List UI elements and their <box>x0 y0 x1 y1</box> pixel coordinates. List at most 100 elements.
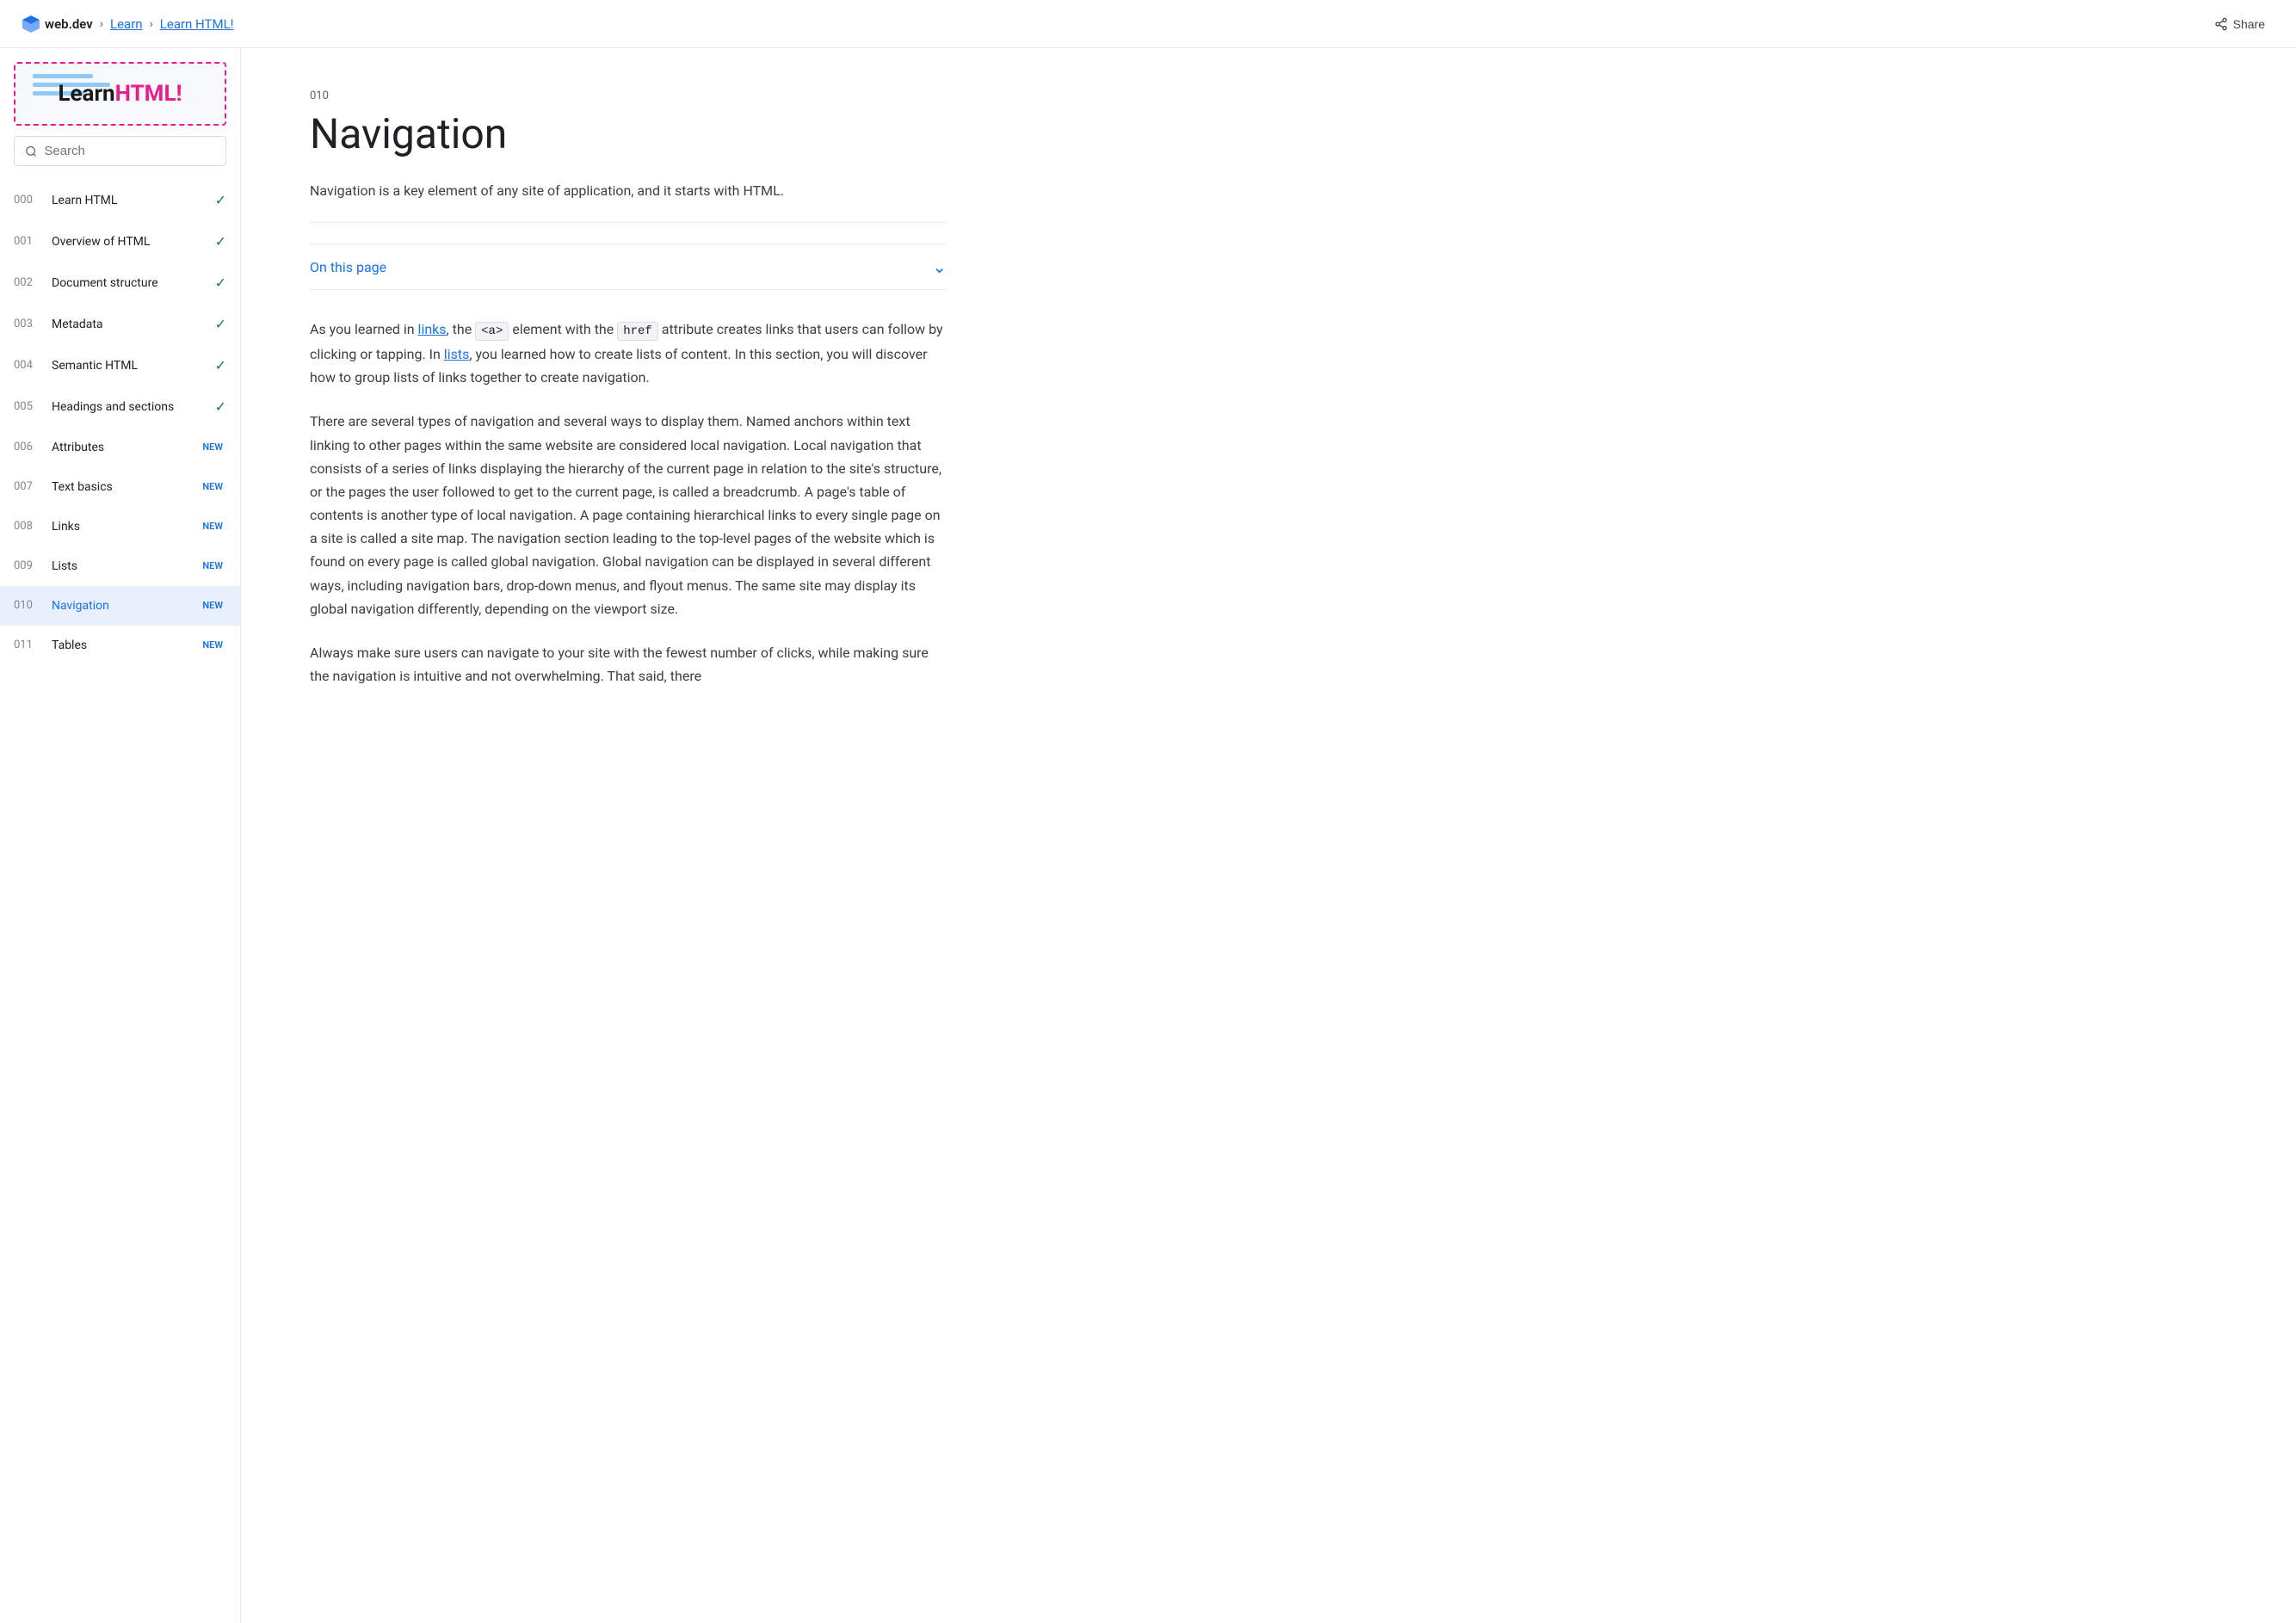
nav-num-010: 010 <box>14 599 38 612</box>
sidebar-item-008[interactable]: 008 Links NEW <box>0 507 240 546</box>
webdev-icon <box>21 14 41 34</box>
nav-new-badge-011: NEW <box>199 638 226 652</box>
nav-num-001: 001 <box>14 235 38 248</box>
links-link[interactable]: links <box>418 321 447 337</box>
share-button[interactable]: Share <box>2204 10 2275 38</box>
sidebar: LearnHTML! 000 Learn HTML ✓ 001 Overview of … <box>0 48 241 1623</box>
nav-num-009: 009 <box>14 559 38 572</box>
sidebar-item-003[interactable]: 003 Metadata ✓ <box>0 304 240 345</box>
breadcrumb-sep-2: › <box>150 17 153 31</box>
sidebar-item-000[interactable]: 000 Learn HTML ✓ <box>0 180 240 221</box>
article-paragraph-2: There are several types of navigation an… <box>310 410 947 620</box>
sidebar-nav: 000 Learn HTML ✓ 001 Overview of HTML ✓ 002 Doc… <box>0 180 240 1623</box>
search-icon <box>25 145 37 158</box>
sidebar-item-002[interactable]: 002 Document structure ✓ <box>0 262 240 304</box>
logo-deco-line-1 <box>33 74 93 78</box>
search-box[interactable] <box>14 136 226 166</box>
nav-item-left-005: 005Headings and sections <box>14 400 174 414</box>
nav-label-003: Metadata <box>52 318 103 331</box>
sidebar-item-005[interactable]: 005Headings and sections ✓ <box>0 386 240 428</box>
breadcrumb-html[interactable]: Learn HTML! <box>160 16 234 32</box>
breadcrumb-area: web.dev › Learn › Learn HTML! <box>21 14 234 34</box>
nav-check-icon-005: ✓ <box>215 398 226 415</box>
nav-label-009: Lists <box>52 559 77 573</box>
sidebar-learn-text: Learn <box>58 81 114 107</box>
nav-num-000: 000 <box>14 194 38 207</box>
nav-item-left-001: 001 Overview of HTML <box>14 235 150 249</box>
nav-new-badge-007: NEW <box>199 479 226 494</box>
nav-num-007: 007 <box>14 480 38 493</box>
sidebar-html-text: HTML! <box>115 81 182 107</box>
article-number: 010 <box>310 89 947 102</box>
nav-label-010: Navigation <box>52 599 109 613</box>
sidebar-logo-area: LearnHTML! <box>14 62 226 126</box>
main-content: 010 Navigation Navigation is a key eleme… <box>241 48 1015 1623</box>
nav-check-icon-004: ✓ <box>215 357 226 373</box>
sidebar-item-010[interactable]: 010 Navigation NEW <box>0 586 240 626</box>
nav-new-badge-006: NEW <box>199 440 226 454</box>
nav-item-left-002: 002 Document structure <box>14 276 158 290</box>
sidebar-item-009[interactable]: 009 Lists NEW <box>0 546 240 586</box>
on-this-page-label: On this page <box>310 259 386 275</box>
lists-link[interactable]: lists <box>444 346 470 362</box>
share-icon <box>2214 17 2228 31</box>
nav-label-002: Document structure <box>52 276 158 290</box>
nav-num-002: 002 <box>14 276 38 289</box>
article-paragraph-1: As you learned in links, the <a> element… <box>310 318 947 389</box>
on-this-page-toggle[interactable]: On this page ⌄ <box>310 244 947 290</box>
nav-new-badge-009: NEW <box>199 558 226 573</box>
nav-item-left-010: 010 Navigation <box>14 599 109 613</box>
nav-label-005: Headings and sections <box>52 400 174 414</box>
sidebar-item-007[interactable]: 007 Text basics NEW <box>0 467 240 507</box>
brand-logo[interactable]: web.dev <box>21 14 93 34</box>
sidebar-logo-title: LearnHTML! <box>58 81 182 107</box>
sidebar-item-001[interactable]: 001 Overview of HTML ✓ <box>0 221 240 262</box>
nav-item-left-011: 011 Tables <box>14 639 87 652</box>
code-a-element: <a> <box>475 322 509 341</box>
nav-item-left-006: 006 Attributes <box>14 441 104 454</box>
nav-num-008: 008 <box>14 520 38 533</box>
search-input[interactable] <box>44 144 215 158</box>
nav-new-badge-008: NEW <box>199 519 226 534</box>
nav-new-badge-010: NEW <box>199 598 226 613</box>
nav-check-icon-003: ✓ <box>215 316 226 332</box>
nav-item-left-009: 009 Lists <box>14 559 77 573</box>
nav-item-left-000: 000 Learn HTML <box>14 194 117 207</box>
nav-item-left-003: 003 Metadata <box>14 318 103 331</box>
nav-label-000: Learn HTML <box>52 194 117 207</box>
article-description: Navigation is a key element of any site … <box>310 180 947 202</box>
share-label: Share <box>2233 17 2265 31</box>
article-title: Navigation <box>310 109 947 159</box>
article-paragraph-3: Always make sure users can navigate to y… <box>310 641 947 688</box>
nav-item-left-007: 007 Text basics <box>14 480 113 494</box>
chevron-down-icon: ⌄ <box>932 256 947 277</box>
code-href-attr: href <box>617 322 658 341</box>
nav-label-008: Links <box>52 520 80 534</box>
main-layout: LearnHTML! 000 Learn HTML ✓ 001 Overview of … <box>0 48 2296 1623</box>
nav-num-004: 004 <box>14 359 38 372</box>
sidebar-item-006[interactable]: 006 Attributes NEW <box>0 428 240 467</box>
nav-check-icon-002: ✓ <box>215 275 226 291</box>
nav-num-006: 006 <box>14 441 38 454</box>
nav-label-001: Overview of HTML <box>52 235 150 249</box>
breadcrumb: web.dev › Learn › Learn HTML! <box>21 14 234 34</box>
sidebar-header: LearnHTML! <box>0 48 240 180</box>
brand-name: web.dev <box>45 16 93 32</box>
nav-label-007: Text basics <box>52 480 113 494</box>
nav-check-icon-001: ✓ <box>215 233 226 250</box>
nav-num-003: 003 <box>14 318 38 330</box>
nav-check-icon-000: ✓ <box>215 192 226 208</box>
nav-label-011: Tables <box>52 639 87 652</box>
nav-label-004: Semantic HTML <box>52 359 138 373</box>
nav-num-011: 011 <box>14 639 38 651</box>
breadcrumb-sep-1: › <box>100 17 103 31</box>
nav-label-006: Attributes <box>52 441 104 454</box>
top-nav: web.dev › Learn › Learn HTML! Share <box>0 0 2296 48</box>
breadcrumb-learn[interactable]: Learn <box>110 16 143 32</box>
divider-top <box>310 222 947 223</box>
nav-item-left-008: 008 Links <box>14 520 80 534</box>
article-body: As you learned in links, the <a> element… <box>310 318 947 688</box>
sidebar-item-004[interactable]: 004 Semantic HTML ✓ <box>0 345 240 386</box>
sidebar-item-011[interactable]: 011 Tables NEW <box>0 626 240 665</box>
nav-item-left-004: 004 Semantic HTML <box>14 359 138 373</box>
